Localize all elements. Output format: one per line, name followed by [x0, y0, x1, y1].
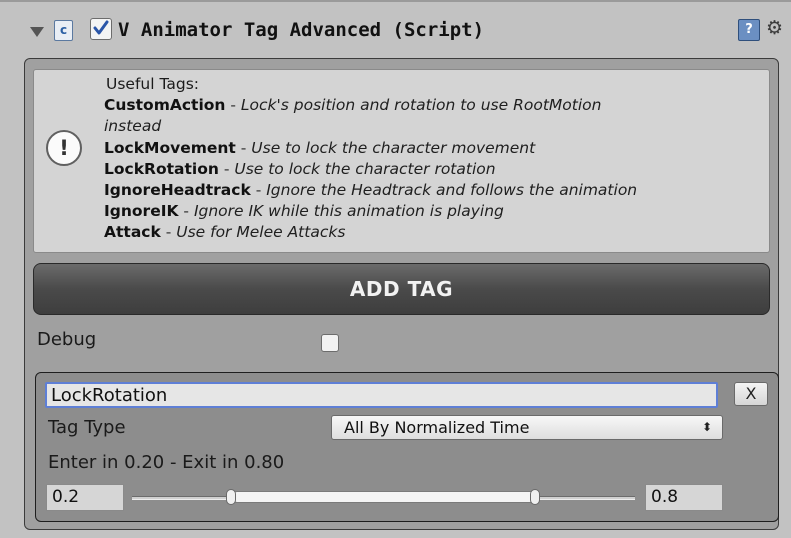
tag-type-label: Tag Type — [48, 417, 126, 438]
min-value-field[interactable]: 0.2 — [46, 484, 124, 511]
help-entry: Attack - Use for Melee Attacks — [104, 222, 761, 243]
help-separator: - — [178, 202, 194, 221]
range-slider-min-handle[interactable] — [226, 489, 236, 505]
range-summary: Enter in 0.20 - Exit in 0.80 — [48, 452, 285, 473]
foldout-arrow-icon[interactable] — [30, 27, 44, 37]
tag-type-dropdown[interactable]: All By Normalized Time ⬍ — [331, 415, 723, 440]
remove-tag-button[interactable]: X — [734, 382, 768, 406]
component-header: c V Animator Tag Advanced (Script) ? ⚙ — [0, 12, 791, 54]
range-slider-fill[interactable] — [231, 491, 536, 503]
component-body: ! Useful Tags: CustomAction - Lock's pos… — [24, 58, 779, 530]
add-tag-button[interactable]: ADD TAG — [33, 263, 770, 315]
dropdown-arrows-icon: ⬍ — [701, 420, 712, 434]
help-book-icon[interactable]: ? — [738, 19, 760, 41]
help-tag-name: CustomAction — [104, 96, 226, 115]
debug-label: Debug — [37, 329, 97, 350]
help-tag-description: Use for Melee Attacks — [176, 223, 346, 242]
help-entry: IgnoreIK - Ignore IK while this animatio… — [104, 201, 761, 222]
component-title: V Animator Tag Advanced (Script) — [118, 19, 485, 41]
tag-name-input[interactable] — [45, 382, 718, 408]
help-text: Useful Tags: CustomAction - Lock's posit… — [104, 74, 761, 244]
help-box: ! Useful Tags: CustomAction - Lock's pos… — [33, 69, 770, 253]
help-tag-description: Ignore IK while this animation is playin… — [193, 202, 504, 221]
help-separator: - — [250, 180, 267, 199]
top-divider — [0, 0, 791, 2]
checkmark-icon — [93, 20, 109, 35]
help-tag-description: Use to lock the character movement — [251, 138, 536, 157]
tag-entry: X Tag Type All By Normalized Time ⬍ Ente… — [35, 372, 779, 522]
help-separator: - — [218, 159, 235, 178]
range-slider-max-handle[interactable] — [530, 489, 540, 505]
help-separator: - — [235, 138, 252, 157]
help-separator: - — [160, 223, 177, 242]
script-icon: c — [54, 20, 73, 41]
help-tag-name: Attack — [104, 223, 161, 242]
help-tag-name: IgnoreHeadtrack — [104, 180, 251, 199]
help-tag-description-wrap: instead — [104, 117, 162, 136]
debug-checkbox[interactable] — [321, 334, 339, 352]
info-exclamation-icon: ! — [46, 130, 82, 166]
max-value-field[interactable]: 0.8 — [645, 484, 723, 511]
gear-icon[interactable]: ⚙ — [766, 16, 783, 40]
help-tag-name: IgnoreIK — [104, 202, 179, 221]
help-separator: - — [225, 96, 241, 115]
help-tag-description: Use to lock the character rotation — [234, 159, 496, 178]
enable-checkbox[interactable] — [90, 18, 112, 40]
help-entry: IgnoreHeadtrack - Ignore the Headtrack a… — [104, 180, 761, 201]
help-tag-name: LockRotation — [104, 159, 219, 178]
tag-type-value: All By Normalized Time — [344, 418, 530, 437]
help-entry: LockMovement - Use to lock the character… — [104, 138, 761, 159]
help-entry: LockRotation - Use to lock the character… — [104, 159, 761, 180]
help-heading: Useful Tags: — [106, 75, 200, 93]
help-entry: CustomAction - Lock's position and rotat… — [104, 95, 761, 116]
help-tag-description: Ignore the Headtrack and follows the ani… — [266, 180, 638, 199]
help-tag-name: LockMovement — [104, 138, 236, 157]
help-tag-description: Lock's position and rotation to use Root… — [240, 96, 602, 115]
